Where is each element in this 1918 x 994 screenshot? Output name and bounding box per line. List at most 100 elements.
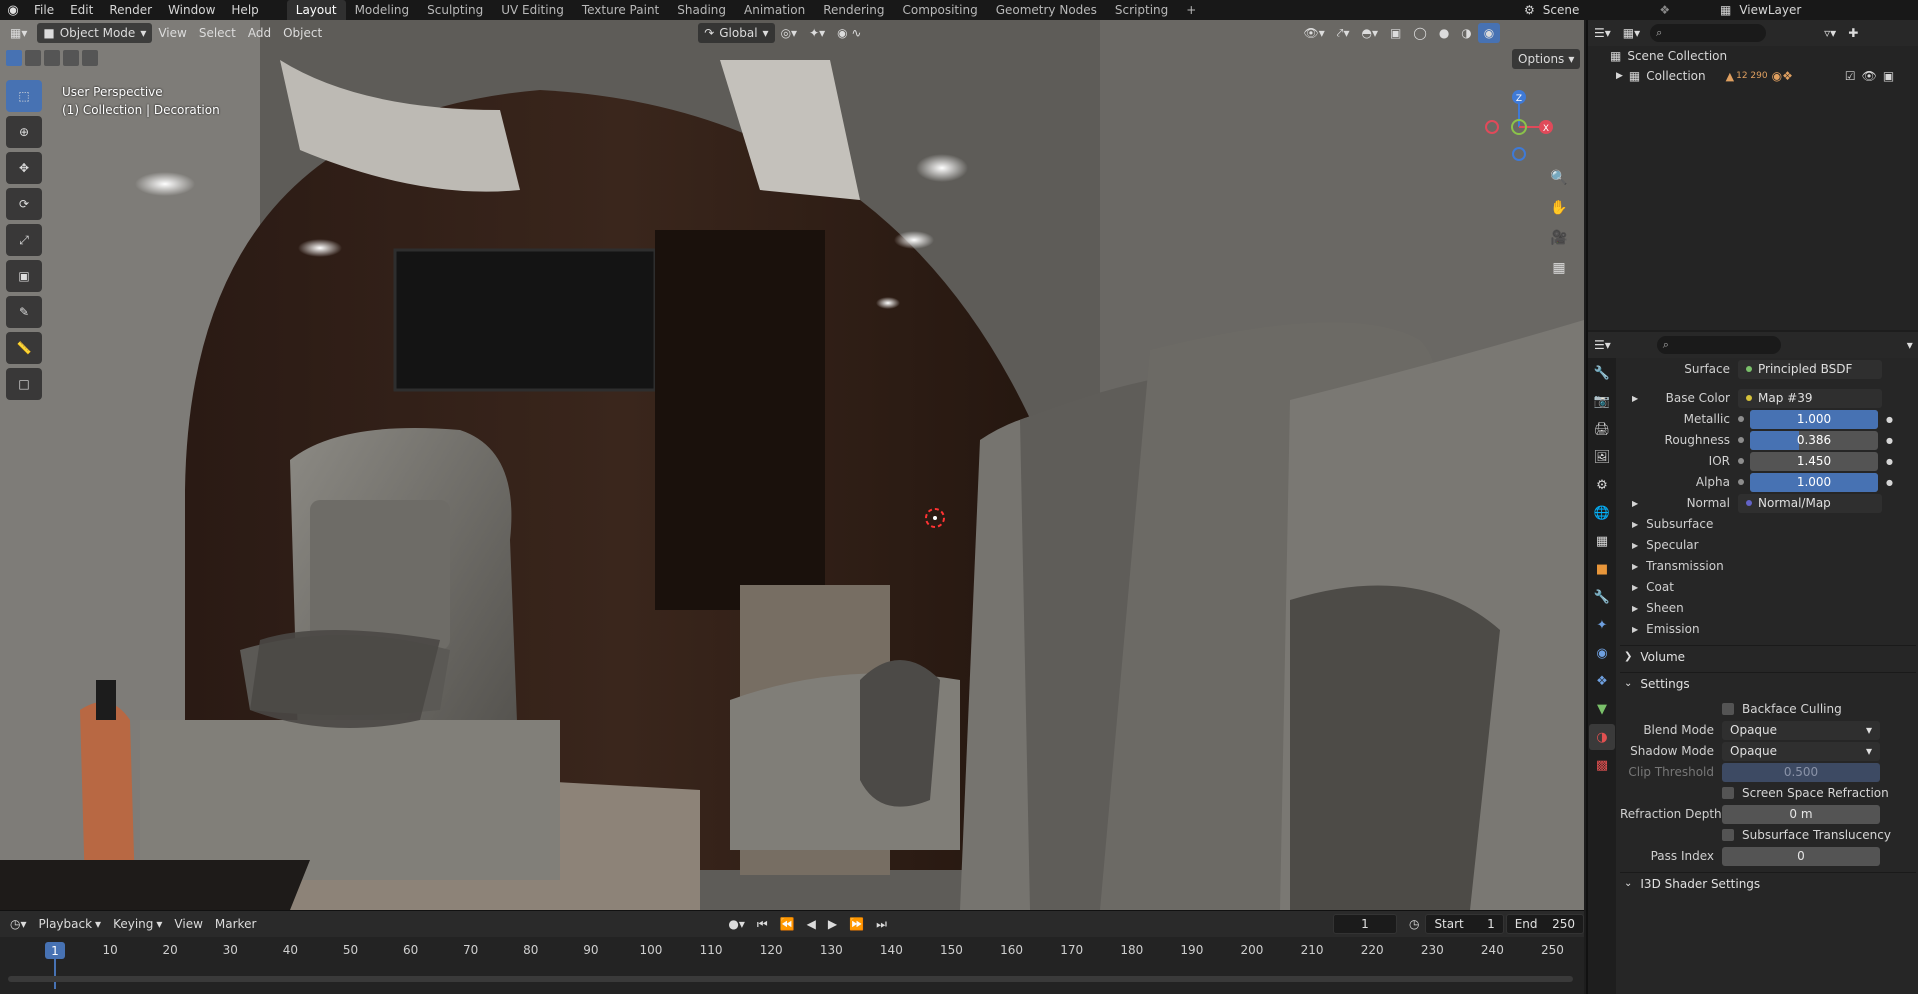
end-frame-field[interactable]: End 250 [1505, 914, 1584, 934]
mode-selector[interactable]: ■ Object Mode ▾ [37, 23, 153, 43]
blend-mode-dropdown[interactable]: Opaque ▾ [1722, 720, 1880, 740]
i3d-shader-panel-header[interactable]: ⌄ I3D Shader Settings [1620, 872, 1916, 894]
shading-wireframe-icon[interactable]: ◯ [1407, 23, 1432, 43]
surface-shader-field[interactable]: Principled BSDF [1738, 359, 1882, 379]
scale-icon[interactable]: ⤢ [6, 224, 42, 256]
menu-edit[interactable]: Edit [62, 0, 101, 20]
normal-field[interactable]: Normal/Map [1738, 493, 1882, 513]
timeline-menu-view[interactable]: View [168, 914, 208, 934]
subsurface-translucency-checkbox[interactable] [1722, 829, 1734, 841]
texture-tab-icon[interactable]: ▩ [1589, 752, 1615, 778]
select-extend-icon[interactable] [25, 50, 41, 66]
subpanel-specular[interactable]: ▶ Specular [1620, 534, 1916, 556]
jump-end-icon[interactable]: ⏭ [870, 914, 893, 934]
modifier-tab-icon[interactable]: 🔧 [1589, 584, 1615, 610]
gizmo-toggle-icon[interactable]: ⤤▾ [1331, 23, 1356, 43]
collection-tab-icon[interactable]: ▦ [1589, 528, 1615, 554]
tab-animation[interactable]: Animation [735, 0, 814, 20]
tab-scripting[interactable]: Scripting [1106, 0, 1177, 20]
gizmo-neg-x-axis[interactable] [1485, 120, 1499, 134]
particles-tab-icon[interactable]: ✦ [1589, 612, 1615, 638]
exclude-checkbox-icon[interactable]: ☑ [1845, 69, 1856, 83]
select-invert-icon[interactable] [63, 50, 79, 66]
metallic-slider[interactable]: 1.000 [1750, 409, 1878, 429]
menu-help[interactable]: Help [223, 0, 266, 20]
settings-panel-header[interactable]: ⌄ Settings [1620, 672, 1916, 694]
visibility-icon[interactable]: 👁▾ [1297, 23, 1330, 43]
clock-icon[interactable]: ◷ [1403, 914, 1425, 934]
pivot-point-icon[interactable]: ◎▾ [775, 23, 804, 43]
options-button[interactable]: Options ▾ [1512, 49, 1581, 69]
outliner-editor-type-icon[interactable]: ☰▾ [1588, 23, 1617, 43]
expand-arrow-icon[interactable]: ▶ [1632, 394, 1638, 403]
properties-options-icon[interactable]: ▾ [1901, 335, 1918, 355]
output-tab-icon[interactable]: 🖨 [1589, 416, 1615, 442]
scene-selector[interactable]: ⚙ Scene ❖ [1524, 0, 1670, 20]
overlay-toggle-icon[interactable]: ◓▾ [1356, 23, 1385, 43]
gizmo-neg-z-axis[interactable] [1512, 147, 1526, 161]
view-layer-selector[interactable]: ▦ ViewLayer [1720, 0, 1801, 20]
rotate-icon[interactable]: ⟳ [6, 188, 42, 220]
render-camera-icon[interactable]: ▣ [1883, 69, 1894, 83]
pass-index-field[interactable]: 0 [1722, 846, 1880, 866]
camera-view-icon[interactable]: 🎥 [1546, 225, 1572, 251]
material-tab-icon[interactable]: ◑ [1589, 724, 1615, 750]
view-layer-tab-icon[interactable]: 🖼 [1589, 444, 1615, 470]
tab-uv-editing[interactable]: UV Editing [492, 0, 573, 20]
add-workspace-button[interactable]: + [1177, 0, 1205, 20]
subpanel-sheen[interactable]: ▶ Sheen [1620, 597, 1916, 619]
prev-keyframe-icon[interactable]: ⏪ [774, 914, 801, 934]
subsurface-translucency-row[interactable]: Subsurface Translucency [1620, 824, 1916, 846]
roughness-slider[interactable]: 0.386 [1750, 430, 1878, 450]
snap-icon[interactable]: ✦▾ [803, 23, 831, 43]
frame-ruler[interactable]: 1 10 20 30 40 50 60 70 80 90 100 110 120 130 140 150 16… [0, 939, 1584, 989]
measure-icon[interactable]: 📏 [6, 332, 42, 364]
tab-rendering[interactable]: Rendering [814, 0, 893, 20]
menu-window[interactable]: Window [160, 0, 223, 20]
ior-field[interactable]: 1.450 [1750, 451, 1878, 471]
current-frame-field[interactable]: 1 [1332, 914, 1397, 934]
play-icon[interactable]: ▶ [822, 914, 843, 934]
keyframe-dot-icon[interactable]: ● [1886, 478, 1893, 487]
proportional-edit-icon[interactable]: ◉ ∿ [831, 23, 867, 43]
tab-sculpting[interactable]: Sculpting [418, 0, 492, 20]
transform-icon[interactable]: ▣ [6, 260, 42, 292]
tab-layout[interactable]: Layout [286, 0, 346, 20]
viewport-menu-object[interactable]: Object [277, 23, 328, 43]
menu-render[interactable]: Render [101, 0, 160, 20]
outliner-row-scene-collection[interactable]: ▦ Scene Collection [1588, 46, 1918, 66]
data-tab-icon[interactable]: ▼ [1589, 696, 1615, 722]
shading-material-icon[interactable]: ◑ [1455, 23, 1477, 43]
annotate-icon[interactable]: ✎ [6, 296, 42, 328]
timeline-scrollbar[interactable] [8, 976, 1573, 982]
zoom-icon[interactable]: 🔍 [1546, 165, 1572, 191]
screen-space-refraction-row[interactable]: Screen Space Refraction [1620, 782, 1916, 804]
subpanel-emission[interactable]: ▶ Emission [1620, 618, 1916, 640]
current-frame-marker[interactable]: 1 [45, 942, 65, 959]
keyframe-dot-icon[interactable]: ● [1886, 457, 1893, 466]
tab-texture-paint[interactable]: Texture Paint [573, 0, 668, 20]
ortho-grid-icon[interactable]: ▦ [1546, 255, 1572, 281]
move-icon[interactable]: ✥ [6, 152, 42, 184]
volume-panel-header[interactable]: ❯ Volume [1620, 645, 1916, 667]
outliner-search-field[interactable]: ⌕ [1650, 24, 1767, 42]
visibility-eye-icon[interactable]: 👁 [1862, 69, 1877, 83]
new-collection-icon[interactable]: ✚ [1842, 23, 1864, 43]
shading-solid-icon[interactable]: ● [1433, 23, 1455, 43]
shadow-mode-dropdown[interactable]: Opaque ▾ [1722, 741, 1880, 761]
timeline-menu-playback[interactable]: Playback ▾ [33, 914, 108, 934]
timeline-menu-keying[interactable]: Keying ▾ [107, 914, 168, 934]
3d-viewport[interactable]: ▦▾ ■ Object Mode ▾ View Select Add Objec… [0, 20, 1584, 910]
filter-icon[interactable]: ▿▾ [1818, 23, 1842, 43]
alpha-slider[interactable]: 1.000 [1750, 472, 1878, 492]
subpanel-coat[interactable]: ▶ Coat [1620, 576, 1916, 598]
record-icon[interactable]: ●▾ [722, 914, 751, 934]
pin-icon[interactable]: ❖ [1659, 3, 1670, 17]
expand-arrow-icon[interactable]: ▶ [1616, 71, 1623, 81]
render-tab-icon[interactable]: 📷 [1589, 388, 1615, 414]
select-intersect-icon[interactable] [82, 50, 98, 66]
subpanel-transmission[interactable]: ▶ Transmission [1620, 555, 1916, 577]
blender-logo-icon[interactable]: ◉ [0, 0, 26, 20]
clip-threshold-field[interactable]: 0.500 [1722, 762, 1880, 782]
transform-orientation-selector[interactable]: ↷ Global ▾ [698, 23, 775, 43]
